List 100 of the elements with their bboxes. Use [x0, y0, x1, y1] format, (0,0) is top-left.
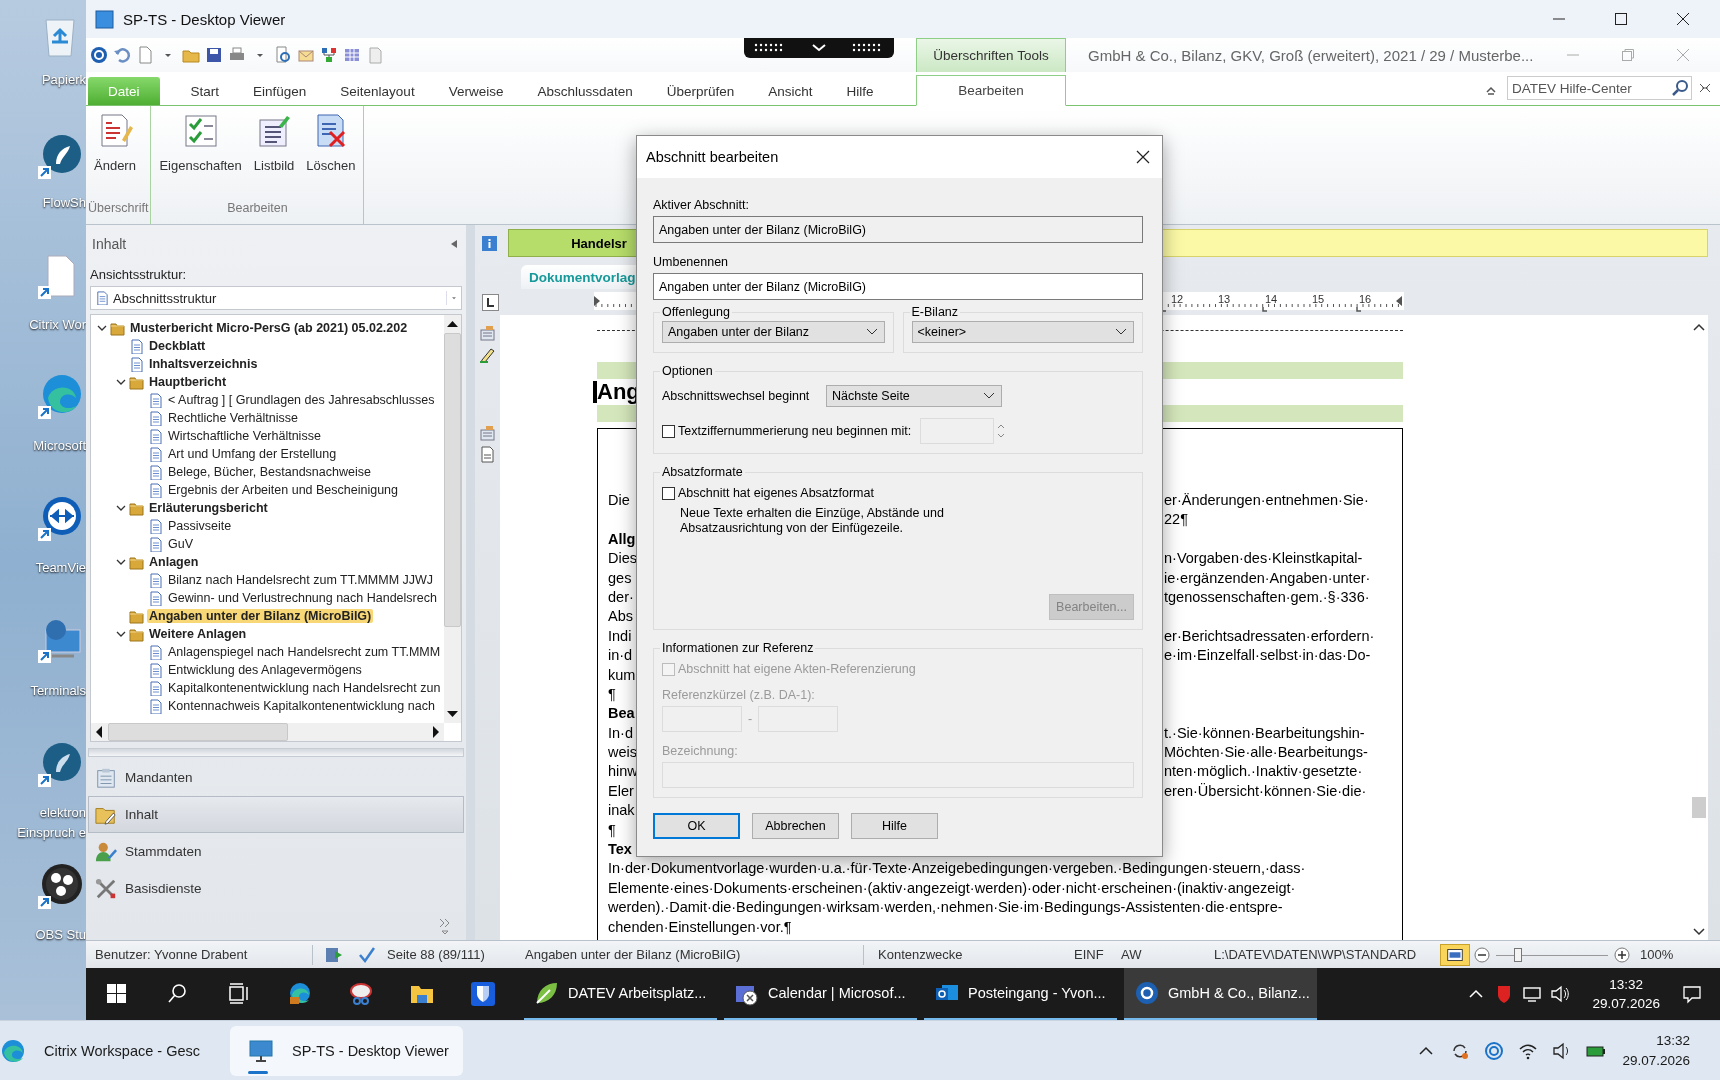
notification-icon[interactable]	[1682, 984, 1702, 1004]
pin-icon[interactable]	[1698, 81, 1712, 95]
document-text: Elemente·eines·Dokuments·erscheinen·(aktiv·angezeigt·werden)·oder·nicht·erscheinen·(inaktiv·angezeigt·	[608, 878, 1297, 898]
expand-chevron-icon[interactable]	[116, 629, 126, 639]
ribbon-button[interactable]: Eigenschaften	[153, 112, 248, 201]
preview-icon[interactable]	[274, 46, 292, 64]
dropdown[interactable]: Angaben unter der Bilanz	[662, 321, 885, 343]
zoom-out-icon[interactable]	[1474, 946, 1490, 963]
scrollbar[interactable]	[1690, 315, 1708, 940]
spellcheck-icon[interactable]	[357, 945, 375, 964]
ribbon-tab[interactable]: Einfügen	[236, 77, 324, 105]
taskbar-app[interactable]: Citrix Workspace - Gesc	[0, 1025, 215, 1076]
maximize-icon[interactable]	[1614, 12, 1628, 26]
save-icon[interactable]	[205, 46, 223, 64]
nav-section[interactable]: Basisdienste	[88, 870, 464, 907]
page-view-icon[interactable]	[1440, 943, 1470, 966]
tab-stop-icon[interactable]	[482, 293, 499, 311]
zoom-in-icon[interactable]	[1614, 946, 1630, 963]
info-icon[interactable]	[481, 234, 498, 252]
tree-item[interactable]: Belege, Bücher, Bestandsnachweise	[166, 465, 373, 479]
structure-dropdown[interactable]: Abschnittsstruktur	[90, 286, 462, 310]
ribbon-button[interactable]: Listbild	[247, 112, 301, 201]
tree-item[interactable]: < Auftrag ] [ Grundlagen des Jahresabschlusses	[166, 393, 437, 407]
checkbox[interactable]	[662, 424, 675, 438]
nav-section[interactable]: Stammdaten	[88, 833, 464, 870]
collapse-ribbon-icon[interactable]	[1485, 84, 1497, 96]
scroll-thumb[interactable]	[1692, 797, 1706, 818]
tree-item[interactable]: GuV	[166, 537, 195, 551]
grid-arrow-icon[interactable]	[325, 945, 343, 964]
dialog-button[interactable]: Abbrechen	[752, 813, 839, 839]
monitor-icon[interactable]	[1522, 984, 1543, 1004]
ribbon-tab[interactable]: Bearbeiten	[916, 75, 1066, 106]
pencil-icon[interactable]	[479, 346, 496, 363]
network-icon[interactable]	[320, 46, 338, 64]
document-icon	[148, 680, 163, 696]
expand-chevron-icon[interactable]	[116, 557, 126, 567]
expand-chevron-icon[interactable]	[116, 377, 126, 387]
tree-item[interactable]: Wirtschaftliche Verhältnisse	[166, 429, 323, 443]
tree-item[interactable]: Anlagenspiegel nach Handelsrecht zum TT.MMM	[166, 645, 443, 659]
group-label: Informationen zur Referenz	[661, 641, 815, 655]
undo-icon[interactable]	[113, 46, 131, 64]
tree-item[interactable]: Musterbericht Micro-PersG (ab 2021) 05.02.202	[128, 321, 410, 335]
app-logo-icon[interactable]	[90, 46, 108, 64]
dialog-button[interactable]: OK	[653, 813, 740, 839]
tree-item[interactable]: Kontennachweis Kapitalkontenentwicklung nach	[166, 699, 437, 713]
tree-item[interactable]: Bilanz nach Handelsrecht zum TT.MMMM JJWJ	[166, 573, 436, 587]
text-field[interactable]: Angaben unter der Bilanz (MicroBilG)	[653, 216, 1143, 243]
close-icon[interactable]	[1676, 12, 1690, 26]
scrollbar[interactable]	[91, 723, 444, 741]
scissors-icon[interactable]	[347, 981, 374, 1007]
ribbon-button[interactable]: Ändern	[88, 112, 142, 201]
tree-item[interactable]: Rechtliche Verhältnisse	[166, 411, 300, 425]
tree-item[interactable]: Passivseite	[166, 519, 234, 533]
search-field[interactable]: DATEV Hilfe-Center	[1507, 76, 1692, 100]
nav-section[interactable]: Mandanten	[88, 759, 464, 796]
ribbon-tab[interactable]: Seitenlayout	[323, 77, 432, 105]
ribbon-tab[interactable]: Abschlussdaten	[520, 77, 650, 105]
slider-thumb[interactable]	[1514, 947, 1523, 962]
ribbon-button[interactable]: Löschen	[300, 112, 362, 201]
ribbon-tab[interactable]: Verweise	[431, 77, 521, 105]
document-icon[interactable]	[479, 446, 496, 463]
expand-more-icon[interactable]	[438, 917, 452, 935]
grid-icon[interactable]	[343, 46, 361, 64]
checkbox[interactable]	[662, 486, 675, 500]
tree-item[interactable]: Entwicklung des Anlagevermögens	[166, 663, 364, 677]
text-field[interactable]: Angaben unter der Bilanz (MicroBilG)	[653, 273, 1143, 300]
tree-item[interactable]: Angaben unter der Bilanz (MicroBilG)	[147, 609, 374, 623]
tree-item[interactable]: Deckblatt	[147, 339, 208, 353]
document-text: 22¶	[1164, 510, 1188, 530]
document-icon	[148, 662, 163, 678]
document-text: e·im·Einzelfall·selbst·in·das·Do-	[1164, 646, 1371, 666]
close-icon[interactable]	[1136, 150, 1150, 164]
nav-section[interactable]: Inhalt	[88, 796, 464, 833]
ribbon-tab[interactable]: Ansicht	[751, 77, 830, 105]
expand-chevron-icon[interactable]	[116, 503, 126, 513]
shield-icon[interactable]	[469, 981, 496, 1007]
tree-item[interactable]: Anlagen	[147, 555, 201, 569]
tree-item[interactable]: Ergebnis der Arbeiten und Bescheinigung	[166, 483, 401, 497]
tree-item[interactable]: Hauptbericht	[147, 375, 229, 389]
dropdown[interactable]: <keiner>	[911, 321, 1134, 343]
scrollbar[interactable]	[444, 315, 461, 723]
ribbon-tab[interactable]: Start	[173, 77, 237, 105]
speaker-icon[interactable]	[1550, 984, 1571, 1004]
session-toolbar[interactable]	[744, 38, 894, 58]
collapse-arrow-icon[interactable]	[450, 238, 458, 249]
dropdown[interactable]: Nächste Seite	[826, 385, 1002, 407]
ribbon-tab[interactable]: Hilfe	[829, 77, 891, 105]
dialog-button[interactable]: Hilfe	[851, 813, 938, 839]
ribbon-tab[interactable]: Überprüfen	[649, 77, 752, 105]
tree-item[interactable]: Inhaltsverzeichnis	[147, 357, 260, 371]
expand-chevron-icon[interactable]	[97, 323, 107, 333]
taskbar-app[interactable]: GmbH & Co., Bilanz...	[1124, 968, 1317, 1020]
tree-item[interactable]: Weitere Anlagen	[147, 627, 249, 641]
tree-item[interactable]: Art und Umfang der Erstellung	[166, 447, 339, 461]
tree-item[interactable]: Gewinn- und Verlustrechnung nach Handelsrech	[166, 591, 439, 605]
zoom-slider[interactable]	[1496, 946, 1608, 963]
search-icon[interactable]	[1671, 79, 1689, 97]
tree-item[interactable]: Erläuterungsbericht	[147, 501, 270, 515]
taskbar-app[interactable]: SP-TS - Desktop Viewer	[230, 1025, 463, 1076]
tree-item[interactable]: Kapitalkontenentwicklung nach Handelsrecht zun	[166, 681, 443, 695]
